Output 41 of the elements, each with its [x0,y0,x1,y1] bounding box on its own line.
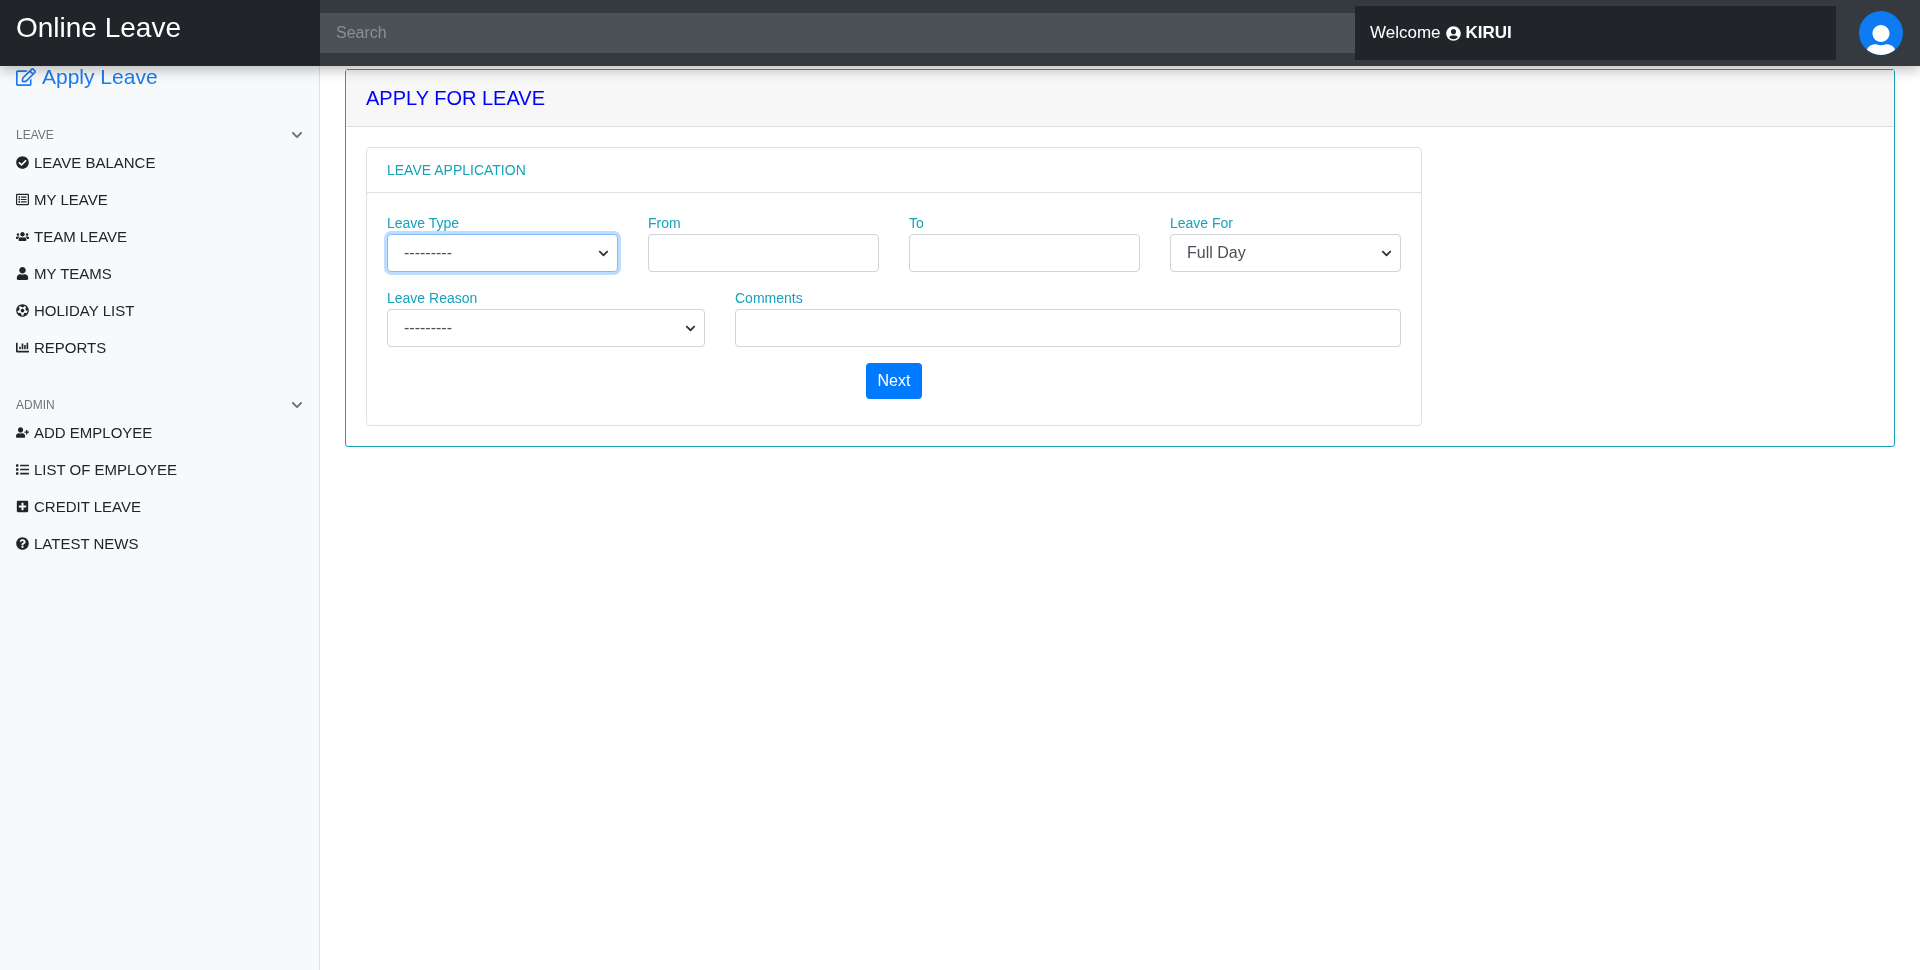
field-label: Comments [735,290,804,306]
sidebar-item[interactable]: ADD EMPLOYEE [16,414,303,451]
sidebar-item[interactable]: MY TEAMS [16,255,303,292]
sidebar-item[interactable]: TEAM LEAVE [16,218,303,255]
section-label: LEAVE [16,128,54,142]
welcome-label: Welcome [1370,23,1441,43]
user-icon [16,267,29,280]
user-plus-icon [16,426,29,439]
select-field[interactable]: --------- [387,309,705,347]
field-label: Leave Reason [387,290,479,306]
form-title: LEAVE APPLICATION [387,162,526,178]
field-label: Leave For [1170,215,1235,231]
chevron-down-icon[interactable] [291,399,303,411]
list-icon [16,463,29,476]
field-label: To [909,215,925,231]
input-field[interactable] [735,309,1401,347]
search-field[interactable]: Search [320,13,1355,53]
select-field[interactable]: Full Day [1170,234,1401,272]
users-icon [16,230,29,243]
list-card-icon [16,193,29,206]
sidebar-item[interactable]: LIST OF EMPLOYEE [16,451,303,488]
sidebar-item[interactable]: LATEST NEWS [16,525,303,562]
chevron-down-icon[interactable] [291,129,303,141]
section-label: ADMIN [16,398,55,412]
avatar-icon[interactable] [1859,11,1903,55]
page-title: APPLY FOR LEAVE [366,86,545,110]
sidebar-item[interactable]: HOLIDAY LIST [16,292,303,329]
brand-title: Online Leave [0,0,320,66]
select-field[interactable]: --------- [387,234,618,272]
bar-chart-icon [16,341,29,354]
next-button[interactable]: Next [865,363,923,399]
field-label: From [648,215,682,231]
input-field[interactable] [648,234,879,272]
field-label: Leave Type [387,215,461,231]
input-field[interactable] [909,234,1140,272]
edit-icon [16,67,36,87]
sidebar-item[interactable]: CREDIT LEAVE [16,488,303,525]
user-name: KIRUI [1465,23,1512,43]
sidebar-item[interactable]: LEAVE BALANCE [16,144,303,181]
sidebar-item[interactable]: REPORTS [16,329,303,366]
sidebar-item[interactable]: MY LEAVE [16,181,303,218]
